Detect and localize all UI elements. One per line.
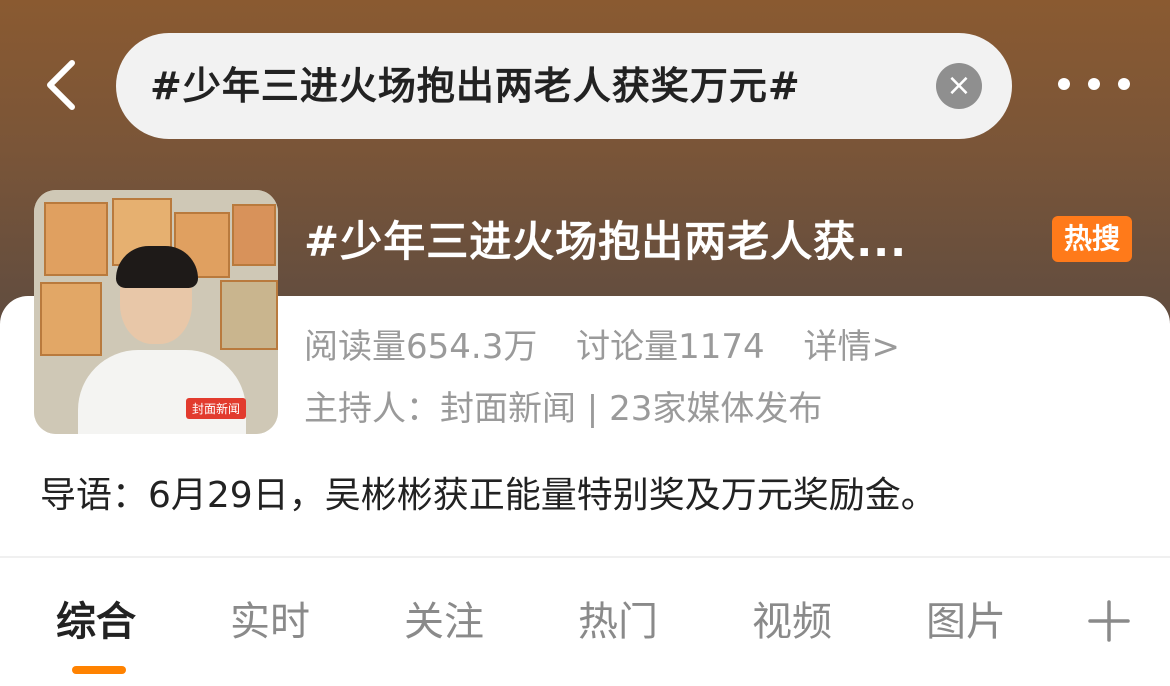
wall-poster — [220, 280, 278, 350]
tab-bar: 综合 实时 关注 热门 视频 图片 — [0, 572, 1170, 674]
topic-thumbnail[interactable]: 封面新闻 — [34, 190, 278, 434]
thumbnail-watermark: 封面新闻 — [186, 398, 247, 419]
add-tab-button[interactable] — [1086, 598, 1132, 644]
wall-poster — [44, 202, 108, 276]
topic-host: 主持人：封面新闻 | 23家媒体发布 — [304, 389, 823, 429]
back-button[interactable] — [36, 55, 96, 115]
section-divider — [0, 556, 1170, 558]
tab-realtime[interactable]: 实时 — [230, 594, 310, 650]
plus-icon — [1088, 600, 1130, 642]
chevron-left-icon — [47, 60, 75, 110]
tab-comprehensive[interactable]: 综合 — [56, 594, 136, 650]
person-shirt — [78, 350, 246, 434]
more-icon-dot — [1118, 78, 1130, 90]
close-icon: × — [946, 68, 972, 103]
topic-intro: 导语：6月29日，吴彬彬获正能量特别奖及万元奖励金。 — [40, 475, 937, 516]
person-hair — [116, 246, 198, 288]
tab-hot[interactable]: 热门 — [578, 594, 658, 650]
search-input[interactable]: #少年三进火场抱出两老人获奖万元# × — [116, 33, 1012, 139]
search-query: #少年三进火场抱出两老人获奖万元# — [150, 64, 801, 108]
wall-poster — [232, 204, 276, 266]
read-count: 阅读量654.3万 — [304, 327, 538, 367]
tab-following[interactable]: 关注 — [404, 594, 484, 650]
details-link[interactable]: 详情> — [804, 327, 901, 367]
tab-images[interactable]: 图片 — [926, 594, 1006, 650]
more-options-button[interactable] — [1058, 66, 1130, 102]
topic-title: #少年三进火场抱出两老人获... — [304, 217, 908, 266]
wall-poster — [40, 282, 102, 356]
topic-stats: 阅读量654.3万 讨论量1174 详情> — [304, 322, 928, 372]
tab-video[interactable]: 视频 — [752, 594, 832, 650]
clear-search-button[interactable]: × — [936, 63, 982, 109]
discussion-count: 讨论量1174 — [576, 327, 765, 367]
active-tab-indicator — [72, 666, 126, 674]
hot-search-badge: 热搜 — [1052, 216, 1132, 262]
more-icon-dot — [1058, 78, 1070, 90]
more-icon-dot — [1088, 78, 1100, 90]
